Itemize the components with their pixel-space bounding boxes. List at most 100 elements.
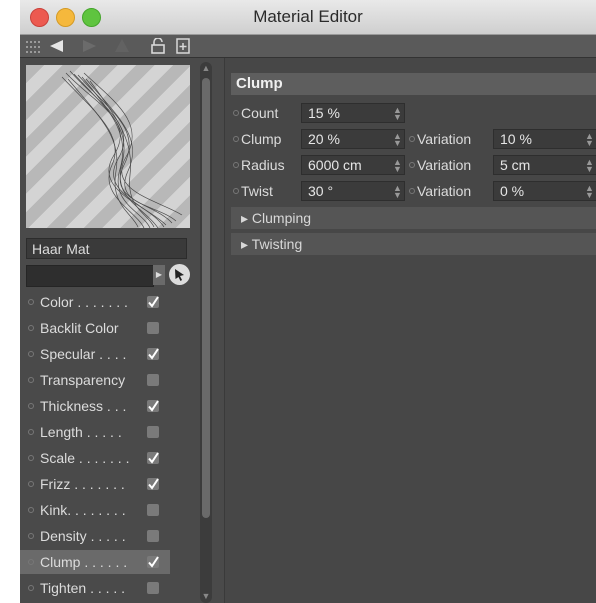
checkmark-icon bbox=[148, 400, 159, 412]
scroll-up-arrow-icon[interactable]: ▲ bbox=[200, 63, 212, 73]
channel-item[interactable]: Scale . . . . . . . bbox=[20, 446, 170, 470]
twist-variation-stepper-icon[interactable]: ▲ ▼ bbox=[585, 184, 594, 200]
count-input[interactable]: 15 % ▲ ▼ bbox=[301, 103, 405, 123]
channel-dot-icon bbox=[28, 585, 34, 591]
channel-checkbox[interactable] bbox=[147, 556, 159, 568]
channel-dot-icon bbox=[28, 325, 34, 331]
channel-dot-icon bbox=[28, 403, 34, 409]
radius-variation-label: Variation bbox=[417, 157, 472, 173]
channel-dot-icon bbox=[28, 429, 34, 435]
channel-checkbox[interactable] bbox=[147, 400, 159, 412]
channel-item[interactable]: Thickness . . . bbox=[20, 394, 170, 418]
channel-item[interactable]: Color . . . . . . . bbox=[20, 290, 170, 314]
channel-dot-icon bbox=[28, 481, 34, 487]
twist-variation-input[interactable]: 0 % ▲ ▼ bbox=[493, 181, 596, 201]
radius-variation-stepper-icon[interactable]: ▲ ▼ bbox=[585, 158, 594, 174]
pick-cursor-icon[interactable] bbox=[169, 264, 190, 285]
left-panel: Haar Mat ▶ Color . . . . . . . Backlit Co… bbox=[20, 58, 212, 603]
channel-checkbox[interactable] bbox=[147, 478, 159, 490]
channel-label: Thickness . . . bbox=[40, 398, 127, 414]
material-search-input[interactable] bbox=[26, 265, 154, 287]
scroll-down-arrow-icon[interactable]: ▼ bbox=[200, 591, 212, 601]
clump-anim-dot[interactable] bbox=[233, 136, 239, 142]
channel-checkbox[interactable] bbox=[147, 582, 159, 594]
twist-variation-label: Variation bbox=[417, 183, 472, 199]
clump-label: Clump bbox=[241, 131, 282, 147]
material-name-field[interactable]: Haar Mat bbox=[26, 238, 187, 259]
channel-dot-icon bbox=[28, 299, 34, 305]
count-anim-dot[interactable] bbox=[233, 110, 239, 116]
channel-checkbox[interactable] bbox=[147, 530, 159, 542]
back-arrow-icon[interactable] bbox=[48, 38, 64, 59]
count-value: 15 % bbox=[308, 105, 340, 121]
clump-variation-label: Variation bbox=[417, 131, 472, 147]
twist-anim-dot[interactable] bbox=[233, 188, 239, 194]
channel-label: Clump . . . . . . bbox=[40, 554, 128, 570]
radius-anim-dot[interactable] bbox=[233, 162, 239, 168]
channel-checkbox[interactable] bbox=[147, 322, 159, 334]
channel-label: Scale . . . . . . . bbox=[40, 450, 130, 466]
left-scrollbar[interactable]: ▲ ▼ bbox=[200, 62, 212, 603]
toolbar bbox=[20, 35, 596, 58]
clump-variation-value: 10 % bbox=[500, 131, 532, 147]
channel-item[interactable]: Clump . . . . . . bbox=[20, 550, 170, 574]
twist-input[interactable]: 30 ° ▲ ▼ bbox=[301, 181, 405, 201]
clump-input[interactable]: 20 % ▲ ▼ bbox=[301, 129, 405, 149]
checkmark-icon bbox=[148, 452, 159, 464]
channel-item[interactable]: Length . . . . . bbox=[20, 420, 170, 444]
channel-dot-icon bbox=[28, 533, 34, 539]
material-editor-window: Material Editor Haar Mat ▶ Color . . . .… bbox=[20, 0, 596, 603]
channel-dot-icon bbox=[28, 351, 34, 357]
channel-item[interactable]: Specular . . . . bbox=[20, 342, 170, 366]
twist-variation-anim-dot[interactable] bbox=[409, 188, 415, 194]
checkmark-icon bbox=[148, 348, 159, 360]
radius-input[interactable]: 6000 cm ▲ ▼ bbox=[301, 155, 405, 175]
clump-variation-stepper-icon[interactable]: ▲ ▼ bbox=[585, 132, 594, 148]
channel-checkbox[interactable] bbox=[147, 296, 159, 308]
radius-variation-anim-dot[interactable] bbox=[409, 162, 415, 168]
channel-checkbox[interactable] bbox=[147, 452, 159, 464]
up-arrow-icon[interactable] bbox=[114, 38, 130, 59]
channel-label: Transparency bbox=[40, 372, 126, 388]
grid-icon[interactable] bbox=[26, 40, 40, 58]
channel-dot-icon bbox=[28, 377, 34, 383]
twist-stepper-icon[interactable]: ▲ ▼ bbox=[393, 184, 402, 200]
clump-variation-input[interactable]: 10 % ▲ ▼ bbox=[493, 129, 596, 149]
channel-label: Tighten . . . . . bbox=[40, 580, 126, 596]
channel-item[interactable]: Tighten . . . . . bbox=[20, 576, 170, 600]
twist-variation-value: 0 % bbox=[500, 183, 525, 199]
count-stepper-icon[interactable]: ▲ ▼ bbox=[393, 106, 402, 122]
twisting-section[interactable]: ▸ Twisting bbox=[231, 233, 596, 255]
channel-label: Frizz . . . . . . . bbox=[40, 476, 125, 492]
channel-item[interactable]: Transparency bbox=[20, 368, 170, 392]
clumping-section[interactable]: ▸ Clumping bbox=[231, 207, 596, 229]
count-label: Count bbox=[241, 105, 279, 121]
radius-variation-input[interactable]: 5 cm ▲ ▼ bbox=[493, 155, 596, 175]
radius-stepper-icon[interactable]: ▲ ▼ bbox=[393, 158, 402, 174]
channel-label: Specular . . . . bbox=[40, 346, 127, 362]
channel-checkbox[interactable] bbox=[147, 504, 159, 516]
expand-arrow-icon[interactable]: ▶ bbox=[153, 265, 165, 285]
forward-arrow-icon[interactable] bbox=[82, 38, 98, 59]
channel-checkbox[interactable] bbox=[147, 374, 159, 386]
channel-item[interactable]: Backlit Color bbox=[20, 316, 170, 340]
clump-stepper-icon[interactable]: ▲ ▼ bbox=[393, 132, 402, 148]
channel-item[interactable]: Frizz . . . . . . . bbox=[20, 472, 170, 496]
radius-variation-value: 5 cm bbox=[500, 157, 531, 173]
channel-item[interactable]: Kink. . . . . . . . bbox=[20, 498, 170, 522]
channel-checkbox[interactable] bbox=[147, 348, 159, 360]
window-title: Material Editor bbox=[253, 7, 363, 26]
radius-value: 6000 cm bbox=[308, 157, 362, 173]
clump-header: Clump bbox=[231, 73, 596, 95]
channel-checkbox[interactable] bbox=[147, 426, 159, 438]
new-window-icon[interactable] bbox=[176, 38, 190, 59]
channel-item[interactable]: Density . . . . . bbox=[20, 524, 170, 548]
lock-icon[interactable] bbox=[151, 37, 165, 59]
channel-label: Density . . . . . bbox=[40, 528, 126, 544]
clump-variation-anim-dot[interactable] bbox=[409, 136, 415, 142]
scrollbar-thumb[interactable] bbox=[202, 78, 210, 518]
radius-label: Radius bbox=[241, 157, 285, 173]
material-preview[interactable] bbox=[26, 65, 190, 228]
title-bar: Material Editor bbox=[20, 0, 596, 35]
checkmark-icon bbox=[148, 478, 159, 490]
